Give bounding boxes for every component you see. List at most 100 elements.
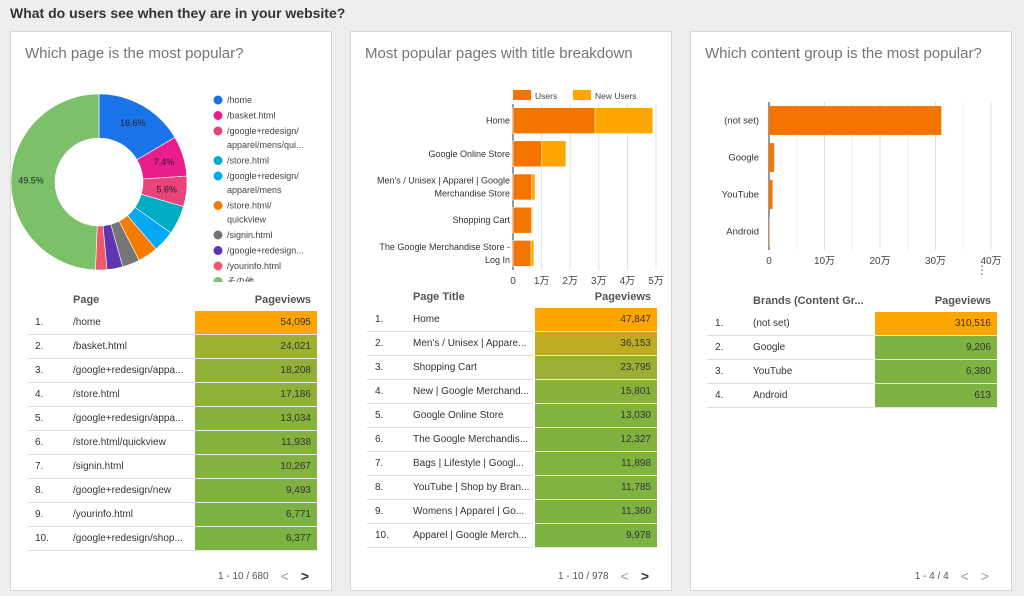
legend-swatch — [213, 230, 223, 240]
row-label: /store.html/quickview — [73, 430, 195, 455]
legend-label[interactable]: /store.html — [227, 156, 269, 166]
table-row[interactable]: 2./basket.html 24,021 — [27, 334, 317, 359]
header-index — [367, 286, 413, 308]
bar-segment[interactable] — [512, 140, 543, 167]
x-tick-label: 0 — [766, 256, 772, 267]
prev-page-button[interactable]: < — [621, 568, 629, 584]
row-value: 6,771 — [195, 502, 317, 527]
table-row[interactable]: 8./google+redesign/new 9,493 — [27, 478, 317, 503]
header-pageviews[interactable]: Pageviews — [875, 290, 997, 312]
legend-label[interactable]: /home — [227, 95, 252, 105]
table-row[interactable]: 4./store.html 17,186 — [27, 382, 317, 407]
slice-label: 5.6% — [156, 184, 177, 194]
bar[interactable] — [769, 106, 942, 135]
header-pageviews[interactable]: Pageviews — [195, 289, 317, 311]
table-row[interactable]: 6./store.html/quickview 11,938 — [27, 430, 317, 455]
row-index: 6. — [367, 427, 413, 452]
bar-segment[interactable] — [594, 107, 654, 134]
header-page-title[interactable]: Page Title — [413, 286, 535, 308]
row-index: 3. — [707, 359, 753, 384]
next-page-button[interactable]: > — [981, 568, 989, 584]
table-row[interactable]: 5./google+redesign/appa... 13,034 — [27, 406, 317, 431]
prev-page-button[interactable]: < — [281, 568, 289, 584]
legend-swatch — [213, 261, 223, 271]
table-row[interactable]: 1./home 54,095 — [27, 311, 317, 335]
row-label: YouTube | Shop by Bran... — [413, 475, 535, 500]
legend-label[interactable]: /signin.html — [227, 230, 273, 240]
row-value: 310,516 — [875, 312, 997, 336]
row-index: 7. — [367, 451, 413, 476]
content-group-table: Brands (Content Gr... Pageviews 1. (not s… — [707, 290, 997, 408]
row-index: 4. — [707, 383, 753, 408]
legend-label[interactable]: /google+redesign/apparel/mens/qui... — [227, 126, 304, 150]
legend-label[interactable]: /store.html/quickview — [227, 201, 272, 225]
bar[interactable] — [769, 180, 773, 209]
table-row[interactable]: 8. YouTube | Shop by Bran... 11,785 — [367, 475, 657, 500]
row-index: 2. — [707, 335, 753, 360]
table-row[interactable]: 9./yourinfo.html 6,771 — [27, 502, 317, 527]
table-row[interactable]: 1. (not set) 310,516 — [707, 312, 997, 336]
legend-label[interactable]: Users — [535, 91, 557, 101]
bar-segment[interactable] — [512, 207, 532, 234]
page-range: 1 - 10 / 680 — [218, 570, 269, 582]
row-index: 7. — [27, 454, 73, 479]
header-brands[interactable]: Brands (Content Gr... — [753, 290, 875, 312]
legend-swatch — [573, 90, 591, 100]
pagination: 1 - 10 / 680 < > — [218, 556, 309, 596]
row-label: /home — [73, 311, 195, 335]
table-row[interactable]: 4. Android 613 — [707, 383, 997, 408]
table-row[interactable]: 6. The Google Merchandis... 12,327 — [367, 427, 657, 452]
row-value: 11,938 — [195, 430, 317, 455]
row-value: 613 — [875, 383, 997, 408]
table-row[interactable]: 3. YouTube 6,380 — [707, 359, 997, 384]
table-row[interactable]: 4. New | Google Merchand... 15,801 — [367, 379, 657, 404]
row-value: 23,795 — [535, 355, 657, 380]
table-row[interactable]: 5. Google Online Store 13,030 — [367, 403, 657, 428]
next-page-button[interactable]: > — [641, 568, 649, 584]
legend-label[interactable]: その他 — [227, 276, 254, 283]
bar[interactable] — [769, 217, 770, 246]
bar-segment[interactable] — [531, 173, 536, 201]
table-row[interactable]: 9. Womens | Apparel | Go... 11,360 — [367, 499, 657, 524]
table-row[interactable]: 2. Men's / Unisex | Appare... 36,153 — [367, 331, 657, 356]
bar-segment[interactable] — [512, 107, 596, 134]
bar-segment[interactable] — [541, 140, 567, 167]
row-label: /yourinfo.html — [73, 502, 195, 527]
slice-label: 16.6% — [120, 118, 146, 128]
row-value: 13,030 — [535, 403, 657, 428]
more-options-icon[interactable]: ⋮ — [976, 264, 988, 276]
row-label: (not set) — [753, 312, 875, 336]
bar[interactable] — [769, 143, 775, 172]
row-value: 11,898 — [535, 451, 657, 476]
row-index: 5. — [367, 403, 413, 428]
category-label: Google — [728, 153, 759, 164]
legend-label[interactable]: /google+redesign... — [227, 246, 304, 256]
legend-label[interactable]: /yourinfo.html — [227, 261, 281, 271]
header-pageviews[interactable]: Pageviews — [535, 286, 657, 308]
bar-segment[interactable] — [512, 240, 532, 267]
legend-label[interactable]: New Users — [595, 91, 637, 101]
legend-swatch — [213, 246, 223, 255]
table-row[interactable]: 10. Apparel | Google Merch... 9,978 — [367, 523, 657, 548]
table-row[interactable]: 10./google+redesign/shop... 6,377 — [27, 526, 317, 551]
table-row[interactable]: 2. Google 9,206 — [707, 335, 997, 360]
table-row[interactable]: 3. Shopping Cart 23,795 — [367, 355, 657, 380]
table-row[interactable]: 7./signin.html 10,267 — [27, 454, 317, 479]
header-page[interactable]: Page — [73, 289, 195, 311]
table-row[interactable]: 1. Home 47,847 — [367, 308, 657, 332]
legend-label[interactable]: /basket.html — [227, 111, 276, 121]
next-page-button[interactable]: > — [301, 568, 309, 584]
row-label: Apparel | Google Merch... — [413, 523, 535, 548]
table-row[interactable]: 7. Bags | Lifestyle | Googl... 11,898 — [367, 451, 657, 476]
category-label: Shopping Cart — [452, 215, 510, 225]
category-label: The Google Merchandise Store -Log In — [379, 242, 510, 265]
table-row[interactable]: 3./google+redesign/appa... 18,208 — [27, 358, 317, 383]
bar-segment[interactable] — [530, 240, 535, 267]
bar-segment[interactable] — [531, 207, 533, 234]
prev-page-button[interactable]: < — [961, 568, 969, 584]
row-index: 10. — [27, 526, 73, 551]
bar-segment[interactable] — [512, 173, 533, 201]
row-value: 10,267 — [195, 454, 317, 479]
row-index: 8. — [27, 478, 73, 503]
legend-label[interactable]: /google+redesign/apparel/mens — [227, 171, 299, 195]
